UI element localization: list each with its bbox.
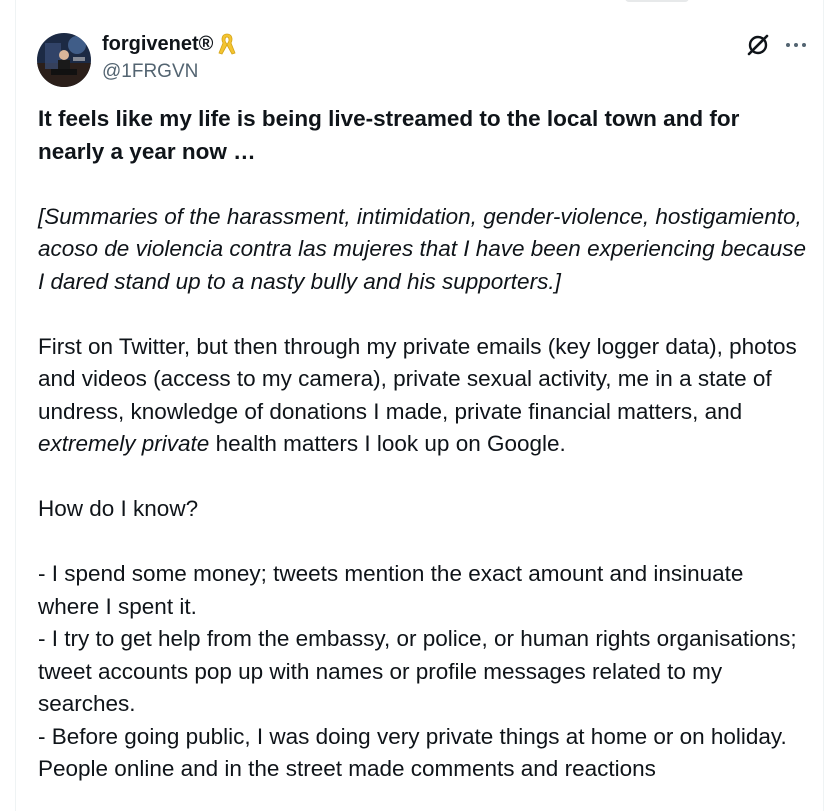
- author-handle[interactable]: @1FRGVN: [102, 61, 236, 83]
- question: How do I know?: [38, 496, 199, 521]
- bullet-help: - I try to get help from the embassy, or…: [38, 626, 797, 716]
- para1-part2: health matters I look up on Google.: [209, 431, 566, 456]
- author-display-name[interactable]: forgivenet®: [102, 33, 213, 56]
- bullet-money: - I spend some money; tweets mention the…: [38, 561, 744, 619]
- grok-icon[interactable]: [745, 32, 771, 58]
- top-pill: [625, 0, 689, 2]
- column-border-right: [823, 0, 824, 811]
- summary-note: [Summaries of the harassment, intimidati…: [38, 203, 806, 294]
- post-headline: It feels like my life is being live-stre…: [38, 106, 740, 164]
- para1-part1: First on Twitter, but then through my pr…: [38, 333, 797, 424]
- post-text: It feels like my life is being live-stre…: [38, 103, 808, 786]
- author-identity: forgivenet® @1FRGVN: [102, 30, 236, 83]
- column-border-left: [15, 0, 16, 811]
- post-view: forgivenet® @1FRGVN It feels like my lif…: [0, 0, 832, 811]
- avatar[interactable]: [37, 33, 91, 87]
- header-actions: [745, 32, 807, 58]
- more-icon[interactable]: [785, 34, 807, 56]
- bullet-private: - Before going public, I was doing very …: [38, 723, 787, 782]
- yellow-ribbon-icon: [218, 32, 236, 56]
- para1-emphasis: extremely private: [38, 431, 210, 456]
- name-row: forgivenet®: [102, 30, 236, 58]
- paragraph-privacy: First on Twitter, but then through my pr…: [38, 331, 808, 461]
- post-header: forgivenet® @1FRGVN: [37, 30, 807, 90]
